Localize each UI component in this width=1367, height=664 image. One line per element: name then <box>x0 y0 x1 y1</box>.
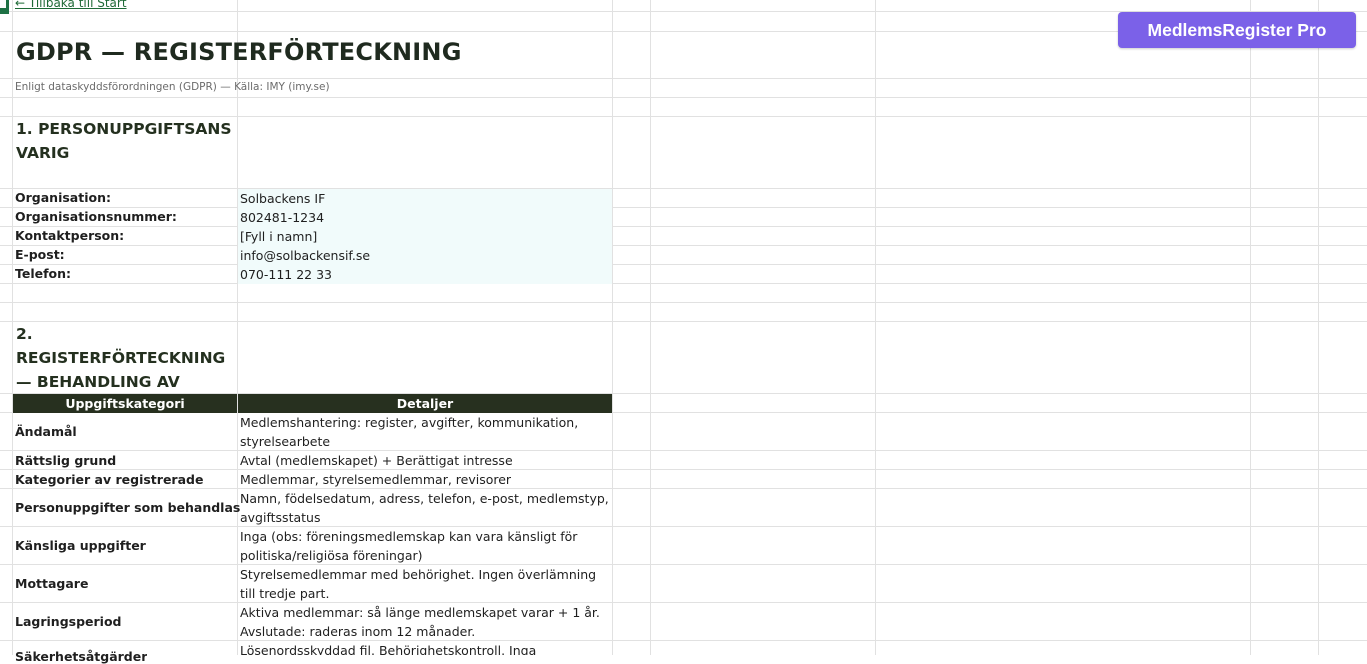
row-label-legal-basis: Rättslig grund <box>15 453 117 468</box>
page-subtitle: Enligt dataskyddsförordningen (GDPR) — K… <box>15 81 330 93</box>
row-label-purpose: Ändamål <box>15 424 77 439</box>
row-label-subjects: Kategorier av registrerade <box>15 472 204 487</box>
row-label-retention: Lagringsperiod <box>15 614 122 629</box>
email-label: E-post: <box>15 247 65 262</box>
row-value-sensitive[interactable]: Inga (obs: föreningsmedlemskap kan vara … <box>240 527 612 564</box>
column-header-details: Detaljer <box>238 394 612 413</box>
orgnr-label: Organisationsnummer: <box>15 209 177 224</box>
phone-label: Telefon: <box>15 266 72 281</box>
back-to-start-link[interactable]: ← Tillbaka till Start <box>15 0 127 10</box>
org-label: Organisation: <box>15 190 111 205</box>
orgnr-value[interactable]: 802481-1234 <box>238 208 612 227</box>
row-label-recipients: Mottagare <box>15 576 89 591</box>
row-value-security[interactable]: Lösenordsskyddad fil. Behörighetskontrol… <box>240 641 612 655</box>
row-label-sensitive: Känsliga uppgifter <box>15 538 146 553</box>
email-value[interactable]: info@solbackensif.se <box>238 246 612 265</box>
row-value-personal-data[interactable]: Namn, födelsedatum, adress, telefon, e-p… <box>240 489 612 526</box>
row-value-recipients[interactable]: Styrelsemedlemmar med behörighet. Ingen … <box>240 565 612 602</box>
cell-selection-border <box>6 0 9 14</box>
app-badge: MedlemsRegister Pro <box>1118 12 1356 48</box>
contact-label: Kontaktperson: <box>15 228 125 243</box>
page-title: GDPR — REGISTERFÖRTECKNING <box>16 38 462 66</box>
section2-heading: 2. REGISTERFÖRTECKNING — BEHANDLING AV P… <box>16 325 226 391</box>
contact-value[interactable]: [Fyll i namn] <box>238 227 612 246</box>
column-header-category: Uppgiftskategori <box>13 394 237 413</box>
row-value-retention[interactable]: Aktiva medlemmar: så länge medlemskapet … <box>240 603 612 640</box>
row-value-legal-basis[interactable]: Avtal (medlemskapet) + Berättigat intres… <box>240 451 612 470</box>
phone-value[interactable]: 070-111 22 33 <box>238 265 612 284</box>
section1-heading: 1. PERSONUPPGIFTSANSVARIG <box>16 120 232 162</box>
row-value-subjects[interactable]: Medlemmar, styrelsemedlemmar, revisorer <box>240 470 612 489</box>
row-value-purpose[interactable]: Medlemshantering: register, avgifter, ko… <box>240 413 612 450</box>
row-label-personal-data: Personuppgifter som behandlas <box>15 500 241 515</box>
row-label-security: Säkerhetsåtgärder <box>15 649 148 664</box>
org-value[interactable]: Solbackens IF <box>238 189 612 208</box>
